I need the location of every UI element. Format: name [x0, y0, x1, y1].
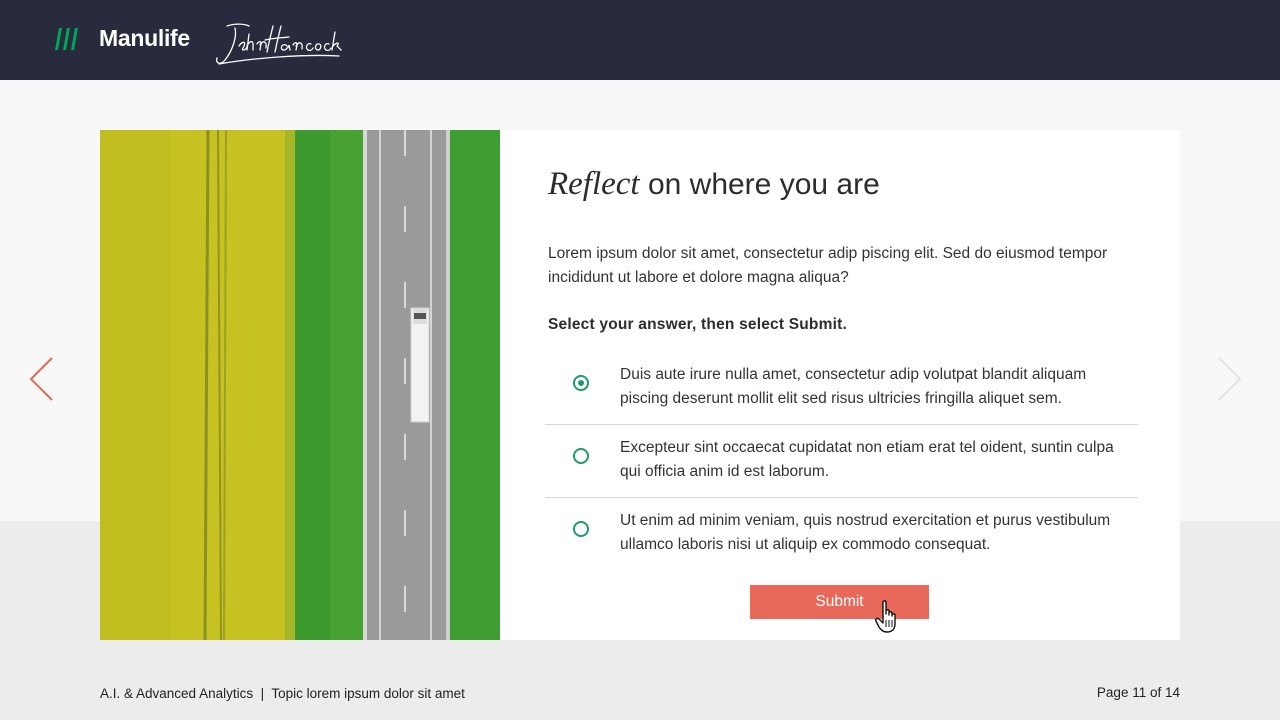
radio-button[interactable] [573, 448, 589, 464]
john-hancock-signature-logo [215, 23, 342, 65]
question-intro: Lorem ipsum dolor sit amet, consectetur … [548, 245, 1108, 286]
question-card: Reflect on where you are Lorem ipsum dol… [100, 130, 1180, 640]
answer-option[interactable]: Excepteur sint occaecat cupidatat non et… [545, 425, 1138, 498]
top-header: Manulife [0, 0, 1280, 80]
manulife-logo-icon [55, 28, 78, 50]
submit-button[interactable]: Submit [750, 585, 929, 619]
question-instruction: Select your answer, then select Submit. [548, 316, 847, 333]
page-indicator: Page 11 of 14 [1096, 685, 1180, 700]
question-title: Reflect on where you are [548, 166, 880, 203]
answer-option-label: Ut enim ad minim veniam, quis nostrud ex… [620, 512, 1111, 553]
chevron-left-icon[interactable] [26, 354, 58, 404]
title-rest: on where you are [639, 168, 880, 201]
answer-options: Duis aute irure nulla amet, consectetur … [545, 352, 1138, 570]
hand-pointer-cursor-icon [875, 600, 896, 633]
radio-button[interactable] [573, 521, 589, 537]
aerial-road-field-photo [100, 130, 500, 640]
radio-button-selected[interactable] [573, 375, 589, 391]
footer-course-topic: A.I. & Advanced Analytics | Topic lorem … [100, 686, 465, 701]
chevron-right-icon[interactable] [1214, 354, 1246, 404]
answer-option-label: Excepteur sint occaecat cupidatat non et… [620, 439, 1114, 480]
answer-option[interactable]: Duis aute irure nulla amet, consectetur … [545, 352, 1138, 425]
photo-illustration [100, 130, 500, 640]
answer-option[interactable]: Ut enim ad minim veniam, quis nostrud ex… [545, 498, 1138, 570]
radio-dot-icon [578, 380, 584, 386]
brand-name: Manulife [99, 25, 190, 51]
answer-option-label: Duis aute irure nulla amet, consectetur … [620, 366, 1087, 407]
title-emphasis: Reflect [548, 166, 640, 202]
